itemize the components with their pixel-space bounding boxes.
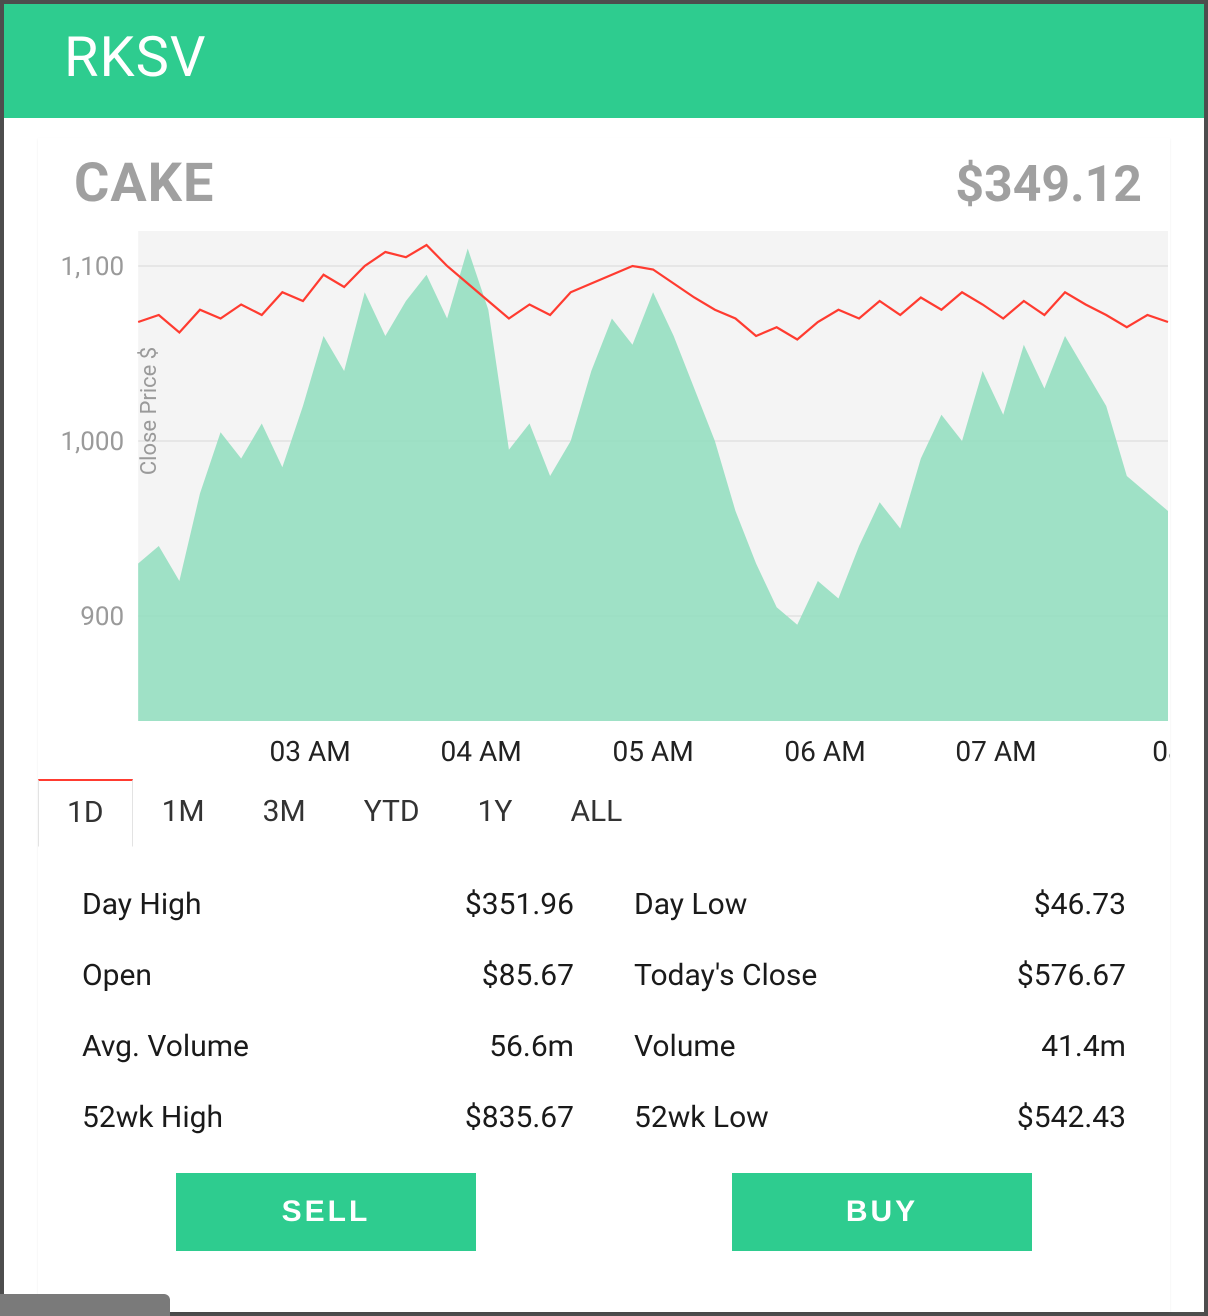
svg-text:06 AM: 06 AM [784,735,865,768]
ticker-price: $349.12 [955,156,1142,214]
stat-row: Day Low $46.73 [634,869,1126,940]
stats-grid: Day High $351.96 Day Low $46.73 Open $85.67 To… [38,847,1170,1163]
stock-card: CAKE $349.12 900 1,000 1,100 Close Price $ 0… [38,138,1170,1312]
stat-label: Day High [82,887,202,922]
ticker-row: CAKE $349.12 [38,138,1170,221]
ticker-symbol: CAKE [74,152,214,215]
stat-label: Day Low [634,887,747,922]
stat-value: $46.73 [1034,887,1126,922]
stat-label: Avg. Volume [82,1029,249,1064]
stat-row: Avg. Volume 56.6m [82,1011,574,1082]
stat-row: Today's Close $576.67 [634,940,1126,1011]
tab-1y[interactable]: 1Y [449,779,542,847]
tab-ytd[interactable]: YTD [335,779,449,847]
tab-3m[interactable]: 3M [234,779,335,847]
app-title: RKSV [64,24,207,90]
stat-value: $542.43 [1017,1100,1126,1135]
stat-label: Open [82,958,152,993]
sell-button[interactable]: SELL [176,1173,476,1251]
stat-value: $576.67 [1017,958,1126,993]
stat-label: 52wk High [82,1100,223,1135]
stat-row: Volume 41.4m [634,1011,1126,1082]
tab-all[interactable]: ALL [541,779,651,847]
svg-text:05 AM: 05 AM [612,735,693,768]
buy-button[interactable]: BUY [732,1173,1032,1251]
svg-text:08: 08 [1152,735,1170,768]
svg-text:04 AM: 04 AM [440,735,521,768]
stat-row: Day High $351.96 [82,869,574,940]
stat-value: 41.4m [1041,1029,1126,1064]
svg-text:1,100: 1,100 [60,252,124,282]
price-chart: 900 1,000 1,100 Close Price $ 03 AM 04 AM 05 A… [38,221,1170,781]
app-header: RKSV [4,4,1204,118]
stat-row: Open $85.67 [82,940,574,1011]
stat-row: 52wk Low $542.43 [634,1082,1126,1153]
stat-label: 52wk Low [634,1100,769,1135]
timeframe-tabs: 1D1M3MYTD1YALL [38,779,1170,847]
svg-text:900: 900 [80,602,124,632]
svg-text:1,000: 1,000 [60,427,124,457]
stat-value: $85.67 [482,958,574,993]
svg-text:07 AM: 07 AM [955,735,1036,768]
footer-stub [0,1294,170,1316]
svg-text:03 AM: 03 AM [270,735,351,768]
stat-value: $835.67 [465,1100,574,1135]
svg-text:Close Price $: Close Price $ [137,347,162,475]
tab-1d[interactable]: 1D [38,779,133,847]
stat-label: Today's Close [634,958,817,993]
app-root: RKSV CAKE $349.12 900 1,000 1,100 Close Pri… [4,4,1204,1312]
stat-label: Volume [634,1029,736,1064]
action-row: SELL BUY [38,1163,1170,1287]
stat-row: 52wk High $835.67 [82,1082,574,1153]
tab-1m[interactable]: 1M [133,779,234,847]
stat-value: 56.6m [489,1029,574,1064]
stat-value: $351.96 [465,887,574,922]
